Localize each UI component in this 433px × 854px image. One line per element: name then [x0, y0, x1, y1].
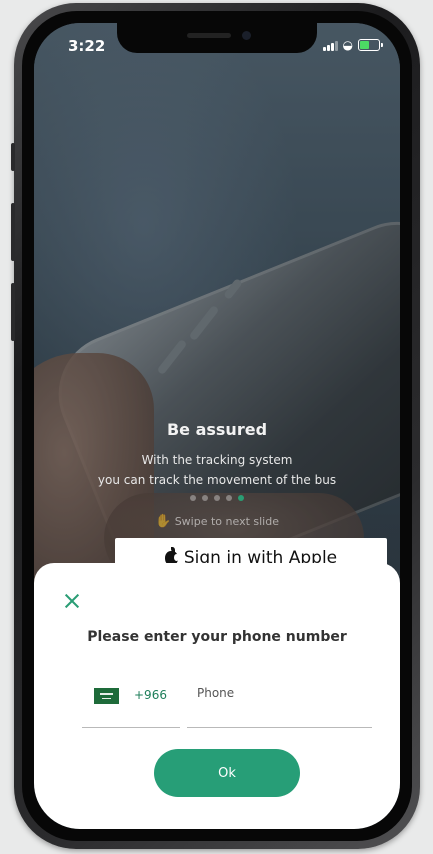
phone-input[interactable] — [197, 682, 367, 704]
front-camera — [242, 31, 251, 40]
phone-field[interactable] — [187, 673, 372, 728]
notch — [117, 23, 317, 53]
sheet-title: Please enter your phone number — [87, 629, 347, 645]
onboarding-description-line: With the tracking system — [141, 453, 293, 467]
onboarding-title: Be assured — [166, 420, 268, 439]
saudi-flag-icon — [94, 688, 119, 704]
phone-number-sheet: Please enter your phone number +966 Ok — [34, 563, 400, 829]
phone-screen: 3:22 ◒ Be assured With the tracking syst… — [34, 23, 400, 829]
speaker-grille — [187, 33, 231, 38]
phone-frame: 3:22 ◒ Be assured With the tracking syst… — [11, 3, 420, 849]
volume-up-button — [11, 203, 15, 261]
status-icons: ◒ — [322, 38, 383, 52]
volume-down-button — [11, 283, 15, 341]
status-time: 3:22 — [68, 37, 106, 55]
swipe-hint-label: Swipe to next slide — [174, 515, 279, 528]
close-icon[interactable] — [64, 593, 80, 609]
page-dot[interactable] — [226, 495, 232, 501]
page-dot[interactable] — [202, 495, 208, 501]
swipe-hint: ✋ Swipe to next slide — [34, 514, 400, 529]
page-dot[interactable] — [190, 495, 196, 501]
wifi-icon: ◒ — [342, 38, 353, 52]
page-dot[interactable] — [214, 495, 220, 501]
page-indicator[interactable] — [34, 495, 400, 501]
swipe-hand-icon: ✋ — [155, 514, 172, 529]
country-code: +966 — [134, 688, 167, 702]
onboarding-description: With the tracking system you can track t… — [34, 450, 400, 490]
page-dot-active[interactable] — [238, 495, 244, 501]
cellular-signal-icon — [322, 40, 338, 51]
ok-button[interactable]: Ok — [154, 749, 300, 797]
battery-icon — [358, 39, 383, 51]
phone-bezel: 3:22 ◒ Be assured With the tracking syst… — [22, 11, 412, 841]
onboarding-description-line: you can track the movement of the bus — [97, 473, 337, 487]
country-code-selector[interactable]: +966 — [82, 673, 180, 728]
mute-switch — [11, 143, 15, 171]
